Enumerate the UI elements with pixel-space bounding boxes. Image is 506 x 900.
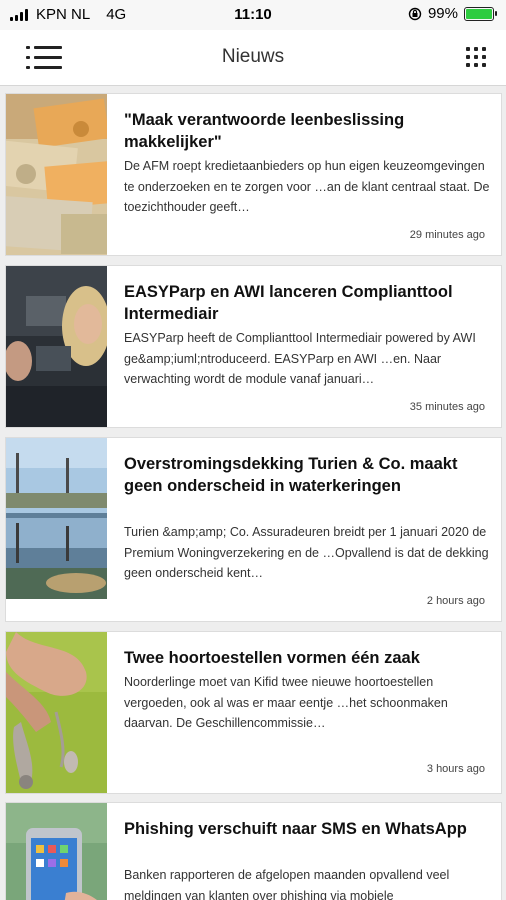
apps-grid-icon[interactable] [466,47,486,67]
battery-icon [464,6,497,21]
article-thumbnail-money [6,94,107,255]
news-card[interactable]: Twee hoortoestellen vormen één zaak Noor… [5,631,502,794]
orientation-lock-icon [408,7,422,20]
article-title: Overstromingsdekking Turien & Co. maakt … [124,455,458,495]
article-thumbnail-hearing-aid [6,632,107,793]
article-thumbnail-phone [6,803,107,900]
news-feed[interactable]: "Maak verantwoorde leenbeslissing makkel… [0,86,506,900]
app-header: Nieuws [0,30,506,86]
article-title: Twee hoortoestellen vormen één zaak [124,649,420,667]
article-excerpt: De AFM roept kredietaanbieders op hun ei… [124,159,490,214]
news-card[interactable]: Overstromingsdekking Turien & Co. maakt … [5,437,502,622]
article-excerpt: Noorderlinge moet van Kifid twee nieuwe … [124,675,448,730]
article-title: Phishing verschuift naar SMS en WhatsApp [124,820,467,838]
status-bar: KPN NL 4G 11:10 99% [0,0,506,30]
news-card[interactable]: EASYParp en AWI lanceren Complianttool I… [5,265,502,428]
article-excerpt: EASYParp heeft de Complianttool Intermed… [124,331,476,386]
article-title: EASYParp en AWI lanceren Complianttool I… [124,283,453,323]
article-thumbnail-office [6,266,107,427]
status-right: 99% [408,5,497,22]
article-time: 29 minutes ago [409,229,485,241]
article-thumbnail-flood [6,438,107,599]
news-card[interactable]: "Maak verantwoorde leenbeslissing makkel… [5,93,502,256]
article-title: "Maak verantwoorde leenbeslissing makkel… [124,111,405,151]
page-title: Nieuws [221,46,285,67]
article-excerpt: Turien &amp;amp; Co. Assuradeuren breidt… [124,525,489,580]
news-card[interactable]: Phishing verschuift naar SMS en WhatsApp… [5,802,502,900]
article-time: 2 hours ago [426,595,485,607]
battery-percent: 99% [427,5,458,22]
article-excerpt: Banken rapporteren de afgelopen maanden … [124,868,450,900]
article-time: 35 minutes ago [409,401,485,413]
article-time: 3 hours ago [426,763,485,775]
